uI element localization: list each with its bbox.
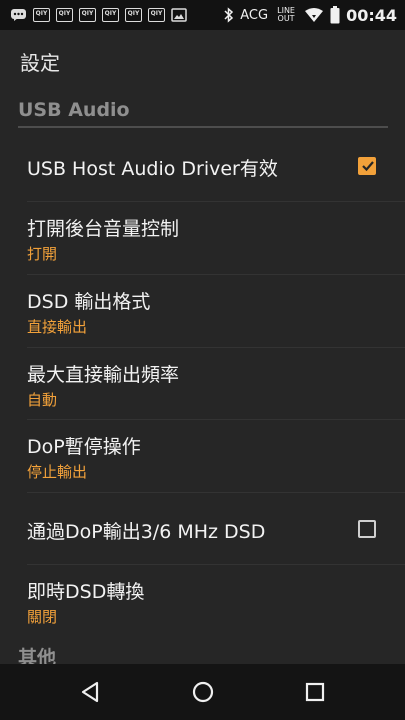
qiy-icon: QIY — [79, 8, 96, 22]
pref-max-direct-output-rate[interactable]: 最大直接輸出頻率 自動 — [0, 348, 405, 420]
navigation-bar — [0, 664, 405, 720]
line-out-label: LINE OUT — [274, 7, 298, 23]
qiy-icon: QIY — [56, 8, 73, 22]
qiy-icon: QIY — [102, 8, 119, 22]
status-bar: QIY QIY QIY QIY QIY QIY ACG LINE OUT 00:… — [0, 0, 405, 30]
checkbox-dop-3-6-mhz-dsd[interactable] — [358, 520, 376, 538]
pref-label: 最大直接輸出頻率 — [27, 364, 180, 386]
notification-icons: QIY QIY QIY QIY QIY QIY — [0, 8, 187, 22]
system-status: ACG LINE OUT 00:44 — [224, 0, 397, 30]
checkmark-icon — [362, 161, 374, 172]
pref-value: 直接輸出 — [27, 318, 88, 336]
pref-dsd-output-format[interactable]: DSD 輸出格式 直接輸出 — [0, 275, 405, 348]
pref-label: USB Host Audio Driver有效 — [27, 158, 278, 180]
pref-realtime-dsd-conversion[interactable]: 即時DSD轉換 關閉 — [0, 565, 405, 637]
section-header-usb-audio: USB Audio — [18, 99, 130, 121]
image-icon — [171, 8, 187, 22]
clock: 00:44 — [346, 5, 397, 25]
out-text: OUT — [277, 14, 295, 23]
battery-icon — [330, 6, 340, 24]
pref-label: 打開後台音量控制 — [27, 218, 180, 240]
pref-background-volume-control[interactable]: 打開後台音量控制 打開 — [0, 202, 405, 275]
bluetooth-icon — [224, 7, 234, 23]
pref-label: DoP暫停操作 — [27, 436, 141, 458]
recents-icon[interactable] — [301, 678, 329, 706]
qiy-icon: QIY — [148, 8, 165, 22]
back-icon[interactable] — [77, 678, 105, 706]
checkbox-usb-host-audio-driver[interactable] — [358, 157, 376, 175]
pref-dop-3-6-mhz-dsd[interactable]: 通過DoP輸出3/6 MHz DSD — [0, 493, 405, 565]
pref-value: 停止輸出 — [27, 463, 88, 481]
pref-usb-host-audio-driver[interactable]: USB Host Audio Driver有效 — [0, 130, 405, 202]
pref-label: DSD 輸出格式 — [27, 291, 151, 313]
qiy-icon: QIY — [33, 8, 50, 22]
qiy-icon: QIY — [125, 8, 142, 22]
app-bar: 設定 — [0, 30, 405, 90]
section-divider — [18, 126, 388, 128]
home-icon[interactable] — [189, 678, 217, 706]
pref-dop-pause-operation[interactable]: DoP暫停操作 停止輸出 — [0, 420, 405, 493]
page-title: 設定 — [20, 51, 60, 75]
pref-label: 通過DoP輸出3/6 MHz DSD — [27, 521, 266, 543]
pref-value: 關閉 — [27, 608, 58, 626]
pref-value: 自動 — [27, 391, 58, 409]
pref-label: 即時DSD轉換 — [27, 581, 145, 603]
pref-value: 打開 — [27, 245, 58, 263]
chat-icon — [11, 9, 26, 21]
acg-label: ACG — [240, 7, 269, 23]
wifi-icon — [305, 8, 324, 22]
